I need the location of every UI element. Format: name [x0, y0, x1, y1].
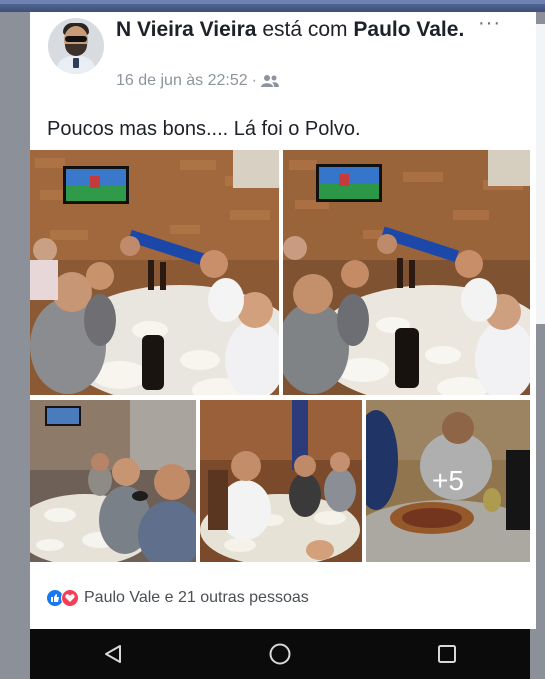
square-recents-icon[interactable]	[427, 634, 467, 674]
photo-5[interactable]: +5	[366, 400, 530, 562]
more-options-button[interactable]: ···	[478, 13, 508, 34]
post-title: N Vieira Vieira está com Paulo Vale.	[116, 18, 466, 41]
love-reaction-icon	[61, 589, 79, 607]
photo-3[interactable]	[30, 400, 196, 562]
with-text: está com	[262, 18, 348, 41]
post-card: N Vieira Vieira está com Paulo Vale. 16 …	[30, 12, 536, 629]
top-strip	[0, 0, 545, 12]
separator: ·	[251, 72, 257, 89]
post-meta: 16 de jun às 22:52 ·	[116, 71, 279, 91]
circle-home-icon[interactable]	[260, 634, 300, 674]
avatar[interactable]	[48, 18, 104, 74]
triangle-back-icon[interactable]	[93, 634, 133, 674]
android-nav-bar	[30, 629, 530, 679]
post-text: Poucos mas bons.... Lá foi o Polvo.	[47, 118, 361, 140]
reactions-bar[interactable]: Paulo Vale e 21 outras pessoas	[46, 586, 309, 610]
friends-icon[interactable]	[261, 74, 279, 88]
photo-4[interactable]	[200, 400, 362, 562]
more-photos-overlay[interactable]: +5	[366, 400, 530, 562]
right-panel	[536, 24, 545, 324]
tagged-name[interactable]: Paulo Vale.	[353, 18, 464, 41]
author-name[interactable]: N Vieira Vieira	[116, 18, 257, 41]
reactions-summary[interactable]: Paulo Vale e 21 outras pessoas	[84, 589, 309, 607]
photo-2[interactable]	[283, 150, 530, 395]
post-header: N Vieira Vieira está com Paulo Vale. 16 …	[30, 12, 536, 108]
timestamp[interactable]: 16 de jun às 22:52	[116, 72, 248, 90]
photo-1[interactable]	[30, 150, 279, 395]
